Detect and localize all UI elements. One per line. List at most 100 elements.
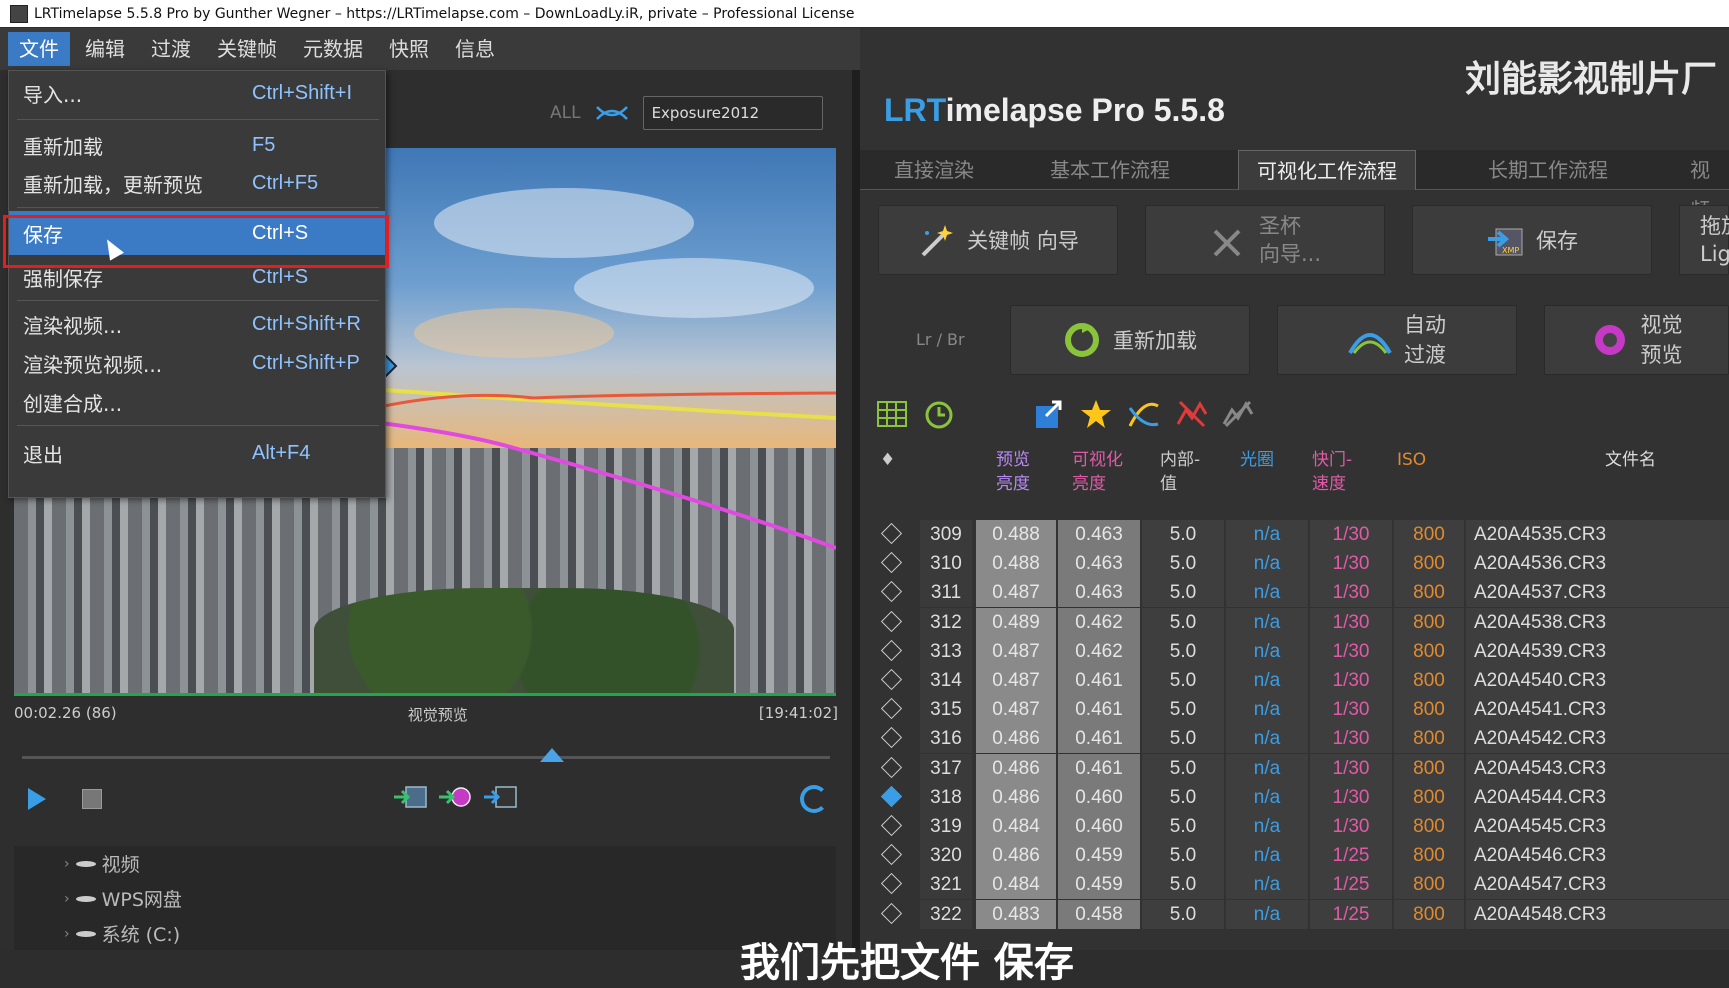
grid-icon[interactable] <box>876 398 908 430</box>
play-icon[interactable] <box>28 788 46 810</box>
menu-item-render-video[interactable]: 渲染视频... Ctrl+Shift+R <box>9 304 385 344</box>
table-row[interactable]: 309 0.488 0.463 5.0 n/a 1/30 800 A20A4535.CR3 <box>878 520 1729 549</box>
import-visual-icon[interactable] <box>392 782 428 812</box>
property-select[interactable]: Exposure2012 <box>642 96 823 130</box>
preview-slider-track[interactable] <box>22 756 830 759</box>
menu-item-render-preview-video[interactable]: 渲染预览视频... Ctrl+Shift+P <box>9 343 385 383</box>
keyframe-diamond-icon[interactable] <box>880 873 903 895</box>
menu-item-create-composite[interactable]: 创建合成... <box>9 382 385 422</box>
table-row[interactable]: 312 0.489 0.462 5.0 n/a 1/30 800 A20A4538.CR3 <box>878 607 1729 637</box>
header-internal-value[interactable]: 内部- 值 <box>1160 448 1200 496</box>
curve-icon[interactable] <box>1128 398 1160 430</box>
table-row[interactable]: 321 0.484 0.459 5.0 n/a 1/25 800 A20A4547.CR3 <box>878 870 1729 900</box>
deflicker-remove-icon[interactable] <box>1176 398 1208 430</box>
expand-arrow-icon[interactable]: › <box>64 891 70 907</box>
reload-icon <box>1065 323 1099 357</box>
keyframe-diamond-icon[interactable] <box>880 727 903 749</box>
pane-splitter[interactable] <box>852 70 860 950</box>
keyframe-diamond-icon[interactable] <box>880 785 903 807</box>
drag-lightroom-button[interactable]: 拖放 Ligh <box>1679 205 1729 275</box>
table-row[interactable]: 310 0.488 0.463 5.0 n/a 1/30 800 A20A4536.CR3 <box>878 549 1729 579</box>
menu-transition[interactable]: 过渡 <box>140 32 202 66</box>
keyframe-diamond-icon[interactable] <box>880 814 903 837</box>
curve-filter-icon[interactable] <box>595 103 629 123</box>
keyframe-diamond-icon[interactable] <box>880 639 903 661</box>
table-row[interactable]: 320 0.486 0.459 5.0 n/a 1/25 800 A20A4546.CR3 <box>878 841 1729 871</box>
table-row[interactable]: 311 0.487 0.463 5.0 n/a 1/30 800 A20A4537.CR3 <box>878 578 1729 608</box>
header-filename[interactable]: 文件名 <box>1605 448 1656 472</box>
expand-arrow-icon[interactable]: › <box>64 926 70 942</box>
tree-item[interactable]: › 视频 <box>14 846 836 881</box>
shutter-cell: 1/25 <box>1310 841 1392 871</box>
visual-preview-button[interactable]: 视觉 预览 <box>1544 305 1729 375</box>
menu-edit[interactable]: 编辑 <box>74 32 136 66</box>
deflicker-icon[interactable] <box>1222 398 1254 430</box>
tab-basic-workflow[interactable]: 基本工作流程 <box>1050 150 1170 190</box>
header-shutter-speed[interactable]: 快门- 速度 <box>1312 448 1352 496</box>
table-row[interactable]: 319 0.484 0.460 5.0 n/a 1/30 800 A20A4545.CR3 <box>878 812 1729 841</box>
preview-brightness-cell: 0.487 <box>976 636 1056 666</box>
table-row[interactable]: 313 0.487 0.462 5.0 n/a 1/30 800 A20A4539.CR3 <box>878 636 1729 666</box>
header-aperture[interactable]: 光圈 <box>1240 448 1274 472</box>
keyframe-diamond-icon[interactable] <box>880 668 903 691</box>
menu-item-reload[interactable]: 重新加载 F5 <box>9 125 385 165</box>
export-icon[interactable] <box>1032 398 1064 430</box>
auto-transition-button[interactable]: 自动 过渡 <box>1277 305 1517 375</box>
preview-brightness-cell: 0.487 <box>976 578 1056 608</box>
all-filter-label[interactable]: ALL <box>550 103 581 123</box>
menu-item-exit[interactable]: 退出 Alt+F4 <box>9 433 385 473</box>
header-iso[interactable]: ISO <box>1397 448 1426 472</box>
holy-grail-wizard-button[interactable]: 圣杯 向导... <box>1145 205 1385 275</box>
refresh-icon[interactable] <box>800 785 828 813</box>
expand-arrow-icon[interactable]: › <box>64 856 70 872</box>
preview-time: 00:02.26 (86) <box>14 704 117 722</box>
table-row[interactable]: 317 0.486 0.461 5.0 n/a 1/30 800 A20A4543.CR3 <box>878 753 1729 783</box>
menu-item-import[interactable]: 导入... Ctrl+Shift+I <box>9 73 385 113</box>
table-row[interactable]: 322 0.483 0.458 5.0 n/a 1/25 800 A20A4548.CR3 <box>878 899 1729 929</box>
menu-snapshots[interactable]: 快照 <box>378 32 440 66</box>
tab-direct-render[interactable]: 直接渲染 <box>894 150 974 190</box>
stop-icon[interactable] <box>82 789 102 809</box>
keyframe-diamond-icon[interactable] <box>880 902 903 924</box>
table-row[interactable]: 318 0.486 0.460 5.0 n/a 1/30 800 A20A4544.CR3 <box>878 782 1729 812</box>
preview-slider-thumb[interactable] <box>540 748 564 762</box>
header-keyframe[interactable]: ♦ <box>880 448 895 472</box>
table-row[interactable]: 316 0.486 0.461 5.0 n/a 1/30 800 A20A4542.CR3 <box>878 724 1729 754</box>
keyframe-diamond-icon[interactable] <box>880 552 903 574</box>
menu-item-reload-update-preview[interactable]: 重新加载，更新预览 Ctrl+F5 <box>9 163 385 203</box>
tab-longterm-workflow[interactable]: 长期工作流程 <box>1488 150 1608 190</box>
table-row[interactable]: 314 0.487 0.461 5.0 n/a 1/30 800 A20A4540.CR3 <box>878 666 1729 695</box>
visual-preview-icon[interactable] <box>437 782 473 812</box>
shutter-cell: 1/30 <box>1310 666 1392 695</box>
keyframe-diamond-icon[interactable] <box>880 610 903 632</box>
keyframe-diamond-icon[interactable] <box>880 844 903 866</box>
keyframe-wizard-button[interactable]: 关键帧 向导 <box>878 205 1118 275</box>
tab-visual-workflow[interactable]: 可视化工作流程 <box>1238 150 1416 190</box>
star-icon[interactable] <box>1080 398 1112 430</box>
history-icon[interactable] <box>922 398 954 430</box>
tree-item[interactable]: › WPS网盘 <box>14 881 836 916</box>
keyframe-diamond-icon[interactable] <box>880 698 903 720</box>
internal-value-cell: 5.0 <box>1142 753 1224 783</box>
tab-video[interactable]: 视频 <box>1690 150 1729 222</box>
menu-info[interactable]: 信息 <box>444 32 506 66</box>
save-button[interactable]: XMP 保存 <box>1412 205 1652 275</box>
tree-item[interactable]: › 系统 (C:) <box>14 916 836 951</box>
keyframe-diamond-icon[interactable] <box>880 756 903 778</box>
header-visual-brightness[interactable]: 可视化 亮度 <box>1072 448 1123 496</box>
menu-file[interactable]: 文件 <box>8 32 70 66</box>
iso-cell: 800 <box>1394 870 1464 900</box>
menu-metadata[interactable]: 元数据 <box>292 32 374 66</box>
menu-keyframes[interactable]: 关键帧 <box>206 32 288 66</box>
keyframe-diamond-icon[interactable] <box>880 522 903 545</box>
menu-item-shortcut: Ctrl+Shift+I <box>252 81 353 104</box>
reload-button[interactable]: 重新加载 <box>1010 305 1250 375</box>
table-row[interactable]: 315 0.487 0.461 5.0 n/a 1/30 800 A20A4541.CR3 <box>878 695 1729 725</box>
header-preview-brightness[interactable]: 预览 亮度 <box>996 448 1030 496</box>
export-visual-icon[interactable] <box>482 782 518 812</box>
timeline-bar <box>14 693 836 696</box>
internal-value-cell: 5.0 <box>1142 520 1224 549</box>
svg-text:XMP: XMP <box>1502 246 1519 255</box>
keyframe-diamond-icon[interactable] <box>880 581 903 603</box>
internal-value-cell: 5.0 <box>1142 636 1224 666</box>
